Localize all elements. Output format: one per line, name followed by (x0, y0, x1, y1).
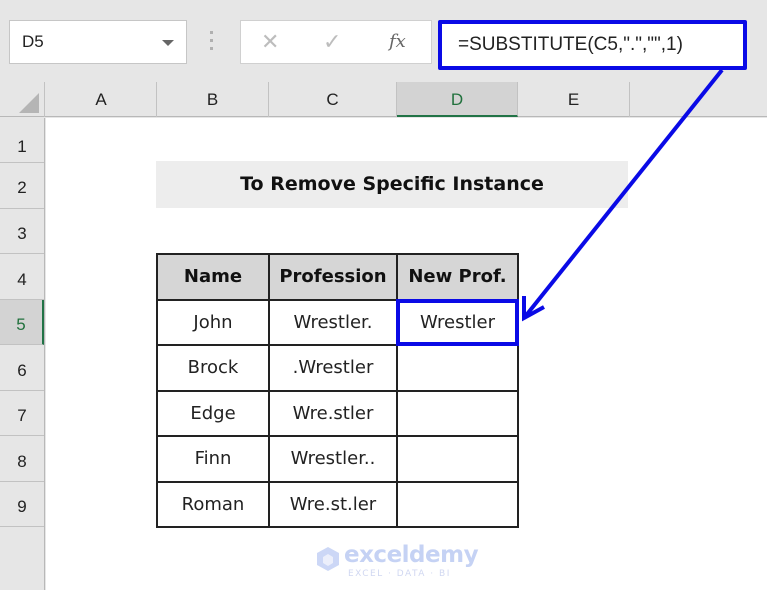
cell-profession[interactable]: .Wrestler (268, 344, 398, 392)
row-header-2[interactable]: 2 (0, 163, 44, 209)
cell-profession[interactable]: Wrestler.. (268, 435, 398, 483)
header-new-prof[interactable]: New Prof. (396, 253, 519, 301)
row-headers: 1 2 3 4 5 6 7 8 9 (0, 118, 45, 590)
formula-bar-area: D5 ✕ ✓ fx =SUBSTITUTE(C5,".","",1) (0, 0, 767, 82)
cell-new-prof[interactable] (396, 389, 519, 437)
table-row: Edge Wre.stler (156, 389, 519, 437)
cell-name[interactable]: Brock (156, 344, 270, 392)
column-header-c[interactable]: C (269, 82, 397, 117)
formula-buttons: ✕ ✓ fx (240, 20, 432, 64)
row-header-6[interactable]: 6 (0, 345, 44, 391)
chevron-down-icon[interactable] (162, 40, 174, 46)
watermark-tagline: EXCEL · DATA · BI (348, 569, 451, 579)
column-header-a[interactable]: A (46, 82, 157, 117)
name-box[interactable]: D5 (9, 20, 187, 64)
cell-new-prof[interactable] (396, 435, 519, 483)
check-icon[interactable]: ✓ (323, 29, 341, 55)
exceldemy-logo-icon (317, 547, 339, 571)
cell-profession[interactable]: Wre.stler (268, 389, 398, 437)
insert-function-icon[interactable]: fx (389, 31, 406, 52)
cell-profession[interactable]: Wre.st.ler (268, 480, 398, 528)
row-header-7[interactable]: 7 (0, 391, 44, 436)
table-row: Roman Wre.st.ler (156, 480, 519, 528)
header-name[interactable]: Name (156, 253, 270, 301)
table-row: Finn Wrestler.. (156, 435, 519, 483)
row-header-8[interactable]: 8 (0, 436, 44, 482)
table-row: John Wrestler. Wrestler (156, 298, 519, 346)
row-header-4[interactable]: 4 (0, 254, 44, 300)
column-header-d[interactable]: D (397, 82, 518, 117)
row-header-5[interactable]: 5 (0, 300, 44, 345)
header-profession[interactable]: Profession (268, 253, 398, 301)
column-headers: A B C D E (0, 82, 767, 117)
watermark: exceldemy EXCEL · DATA · BI (314, 542, 479, 579)
column-header-e[interactable]: E (518, 82, 630, 117)
data-table: Name Profession New Prof. John Wrestler.… (156, 253, 519, 528)
cell-name[interactable]: John (156, 298, 270, 346)
name-box-value: D5 (22, 32, 44, 51)
row-header-9[interactable]: 9 (0, 482, 44, 527)
table-header-row: Name Profession New Prof. (156, 253, 519, 301)
row-header-1[interactable]: 1 (0, 118, 44, 163)
cell-name[interactable]: Edge (156, 389, 270, 437)
cell-new-prof-selected[interactable]: Wrestler (396, 298, 519, 346)
cell-new-prof[interactable] (396, 344, 519, 392)
watermark-brand: exceldemy (344, 542, 479, 568)
sheet-title: To Remove Specific Instance (156, 161, 628, 208)
drag-handle-icon[interactable] (210, 31, 214, 53)
column-header-b[interactable]: B (157, 82, 269, 117)
table-row: Brock .Wrestler (156, 344, 519, 392)
worksheet-grid[interactable]: To Remove Specific Instance Name Profess… (46, 118, 767, 590)
cell-name[interactable]: Finn (156, 435, 270, 483)
select-all-button[interactable] (0, 82, 45, 117)
cancel-icon[interactable]: ✕ (261, 29, 279, 55)
cell-new-prof[interactable] (396, 480, 519, 528)
row-header-3[interactable]: 3 (0, 209, 44, 254)
cell-name[interactable]: Roman (156, 480, 270, 528)
cell-profession[interactable]: Wrestler. (268, 298, 398, 346)
formula-input[interactable]: =SUBSTITUTE(C5,".","",1) (438, 20, 747, 70)
